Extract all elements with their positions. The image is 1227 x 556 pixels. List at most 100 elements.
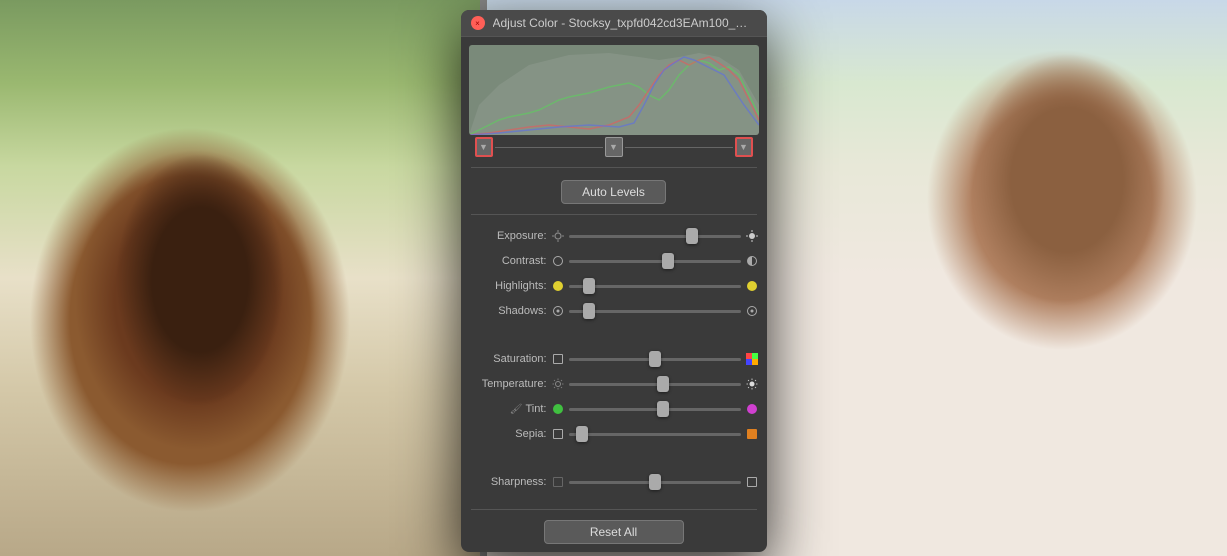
shadows-icon-left <box>551 304 565 318</box>
shadows-thumb[interactable] <box>583 303 595 319</box>
close-button[interactable]: × <box>471 16 485 30</box>
exposure-icon-right <box>745 229 759 243</box>
histogram-svg <box>469 45 759 135</box>
contrast-thumb[interactable] <box>662 253 674 269</box>
tint-icon-right <box>745 402 759 416</box>
saturation-icon-left <box>551 352 565 366</box>
exposure-label: Exposure: <box>469 230 547 242</box>
histogram-area: ▼ ▼ ▼ <box>461 37 767 163</box>
temperature-slider[interactable] <box>569 383 741 386</box>
level-handle-white[interactable]: ▼ <box>735 137 753 157</box>
temperature-row: Temperature: <box>469 374 759 394</box>
highlights-slider[interactable] <box>569 285 741 288</box>
auto-levels-button[interactable]: Auto Levels <box>561 180 666 204</box>
adjust-color-panel: × Adjust Color - Stocksy_txpfd042cd3EAm1… <box>461 10 767 552</box>
colorful-icon <box>746 353 758 365</box>
tint-icon-left <box>551 402 565 416</box>
contrast-slider[interactable] <box>569 260 741 263</box>
sepia-icon-left <box>551 427 565 441</box>
divider-2 <box>471 214 757 215</box>
black-point-icon: ▼ <box>479 142 488 152</box>
shadows-slider[interactable] <box>569 310 741 313</box>
square-sm-icon-left <box>553 354 563 364</box>
divider-3 <box>471 509 757 510</box>
square-sharp-icon <box>747 477 757 487</box>
controls-group-1: Exposure: <box>461 219 767 334</box>
sharpness-label: Sharpness: <box>469 476 547 488</box>
temperature-label: Temperature: <box>469 378 547 390</box>
circle-dot-icon-right <box>747 306 757 316</box>
panel-titlebar: × Adjust Color - Stocksy_txpfd042cd3EAm1… <box>461 10 767 37</box>
exposure-row: Exposure: <box>469 226 759 246</box>
highlights-thumb[interactable] <box>583 278 595 294</box>
shadows-icon-right <box>745 304 759 318</box>
sun-bright-icon <box>746 230 758 242</box>
sepia-thumb[interactable] <box>576 426 588 442</box>
sepia-icon-right <box>745 427 759 441</box>
square-blur-icon <box>553 477 563 487</box>
shadows-row: Shadows: <box>469 301 759 321</box>
green-circle-icon <box>553 404 563 414</box>
tint-thumb[interactable] <box>657 401 669 417</box>
sharpness-row: Sharpness: <box>469 472 759 492</box>
level-line-left <box>495 147 603 148</box>
temperature-icon-right <box>745 377 759 391</box>
reset-row: Reset All <box>461 514 767 552</box>
square-sm-icon-sepia <box>553 429 563 439</box>
highlights-row: Highlights: <box>469 276 759 296</box>
sepia-slider[interactable] <box>569 433 741 436</box>
circle-icon-left <box>553 256 563 266</box>
magenta-circle-icon <box>747 404 757 414</box>
saturation-icon-right <box>745 352 759 366</box>
circle-half-icon <box>747 256 757 266</box>
reset-all-button[interactable]: Reset All <box>544 520 684 544</box>
saturation-slider[interactable] <box>569 358 741 361</box>
yellow-circle-icon-right <box>747 281 757 291</box>
orange-square-icon <box>747 429 757 439</box>
tint-label: 🖌 Tint: <box>469 403 547 415</box>
exposure-icon-left <box>551 229 565 243</box>
saturation-thumb[interactable] <box>649 351 661 367</box>
exposure-slider[interactable] <box>569 235 741 238</box>
panel-title: Adjust Color - Stocksy_txpfd042cd3EAm100… <box>493 16 757 30</box>
tint-row: 🖌 Tint: <box>469 399 759 419</box>
level-handle-black[interactable]: ▼ <box>475 137 493 157</box>
highlights-label: Highlights: <box>469 280 547 292</box>
contrast-icon-left <box>551 254 565 268</box>
exposure-thumb[interactable] <box>686 228 698 244</box>
sharpness-slider[interactable] <box>569 481 741 484</box>
background-left <box>0 0 480 556</box>
saturation-row: Saturation: <box>469 349 759 369</box>
shadows-label: Shadows: <box>469 305 547 317</box>
temperature-icon-left <box>551 377 565 391</box>
close-icon: × <box>475 19 480 28</box>
highlights-icon-left <box>551 279 565 293</box>
divider-1 <box>471 167 757 168</box>
sepia-row: Sepia: <box>469 424 759 444</box>
temperature-thumb[interactable] <box>657 376 669 392</box>
level-line-right <box>625 147 733 148</box>
contrast-label: Contrast: <box>469 255 547 267</box>
controls-group-2: Saturation: Temperature: <box>461 349 767 457</box>
sharpness-icon-left <box>551 475 565 489</box>
controls-group-3: Sharpness: <box>461 472 767 505</box>
section-gap-2 <box>461 457 767 467</box>
auto-levels-row: Auto Levels <box>461 172 767 210</box>
sun-small-icon <box>552 378 564 390</box>
tint-slider[interactable] <box>569 408 741 411</box>
white-point-icon: ▼ <box>739 142 748 152</box>
sharpness-icon-right <box>745 475 759 489</box>
section-gap-1 <box>461 334 767 344</box>
histogram-container <box>469 45 759 135</box>
yellow-circle-icon-left <box>553 281 563 291</box>
level-sliders-row: ▼ ▼ ▼ <box>469 135 759 163</box>
sun-outline-icon <box>552 230 564 242</box>
highlights-icon-right <box>745 279 759 293</box>
mid-point-icon: ▼ <box>609 142 618 152</box>
sharpness-thumb[interactable] <box>649 474 661 490</box>
dropper-icon: 🖌 <box>510 404 523 415</box>
contrast-icon-right <box>745 254 759 268</box>
saturation-label: Saturation: <box>469 353 547 365</box>
sepia-label: Sepia: <box>469 428 547 440</box>
level-handle-mid[interactable]: ▼ <box>605 137 623 157</box>
